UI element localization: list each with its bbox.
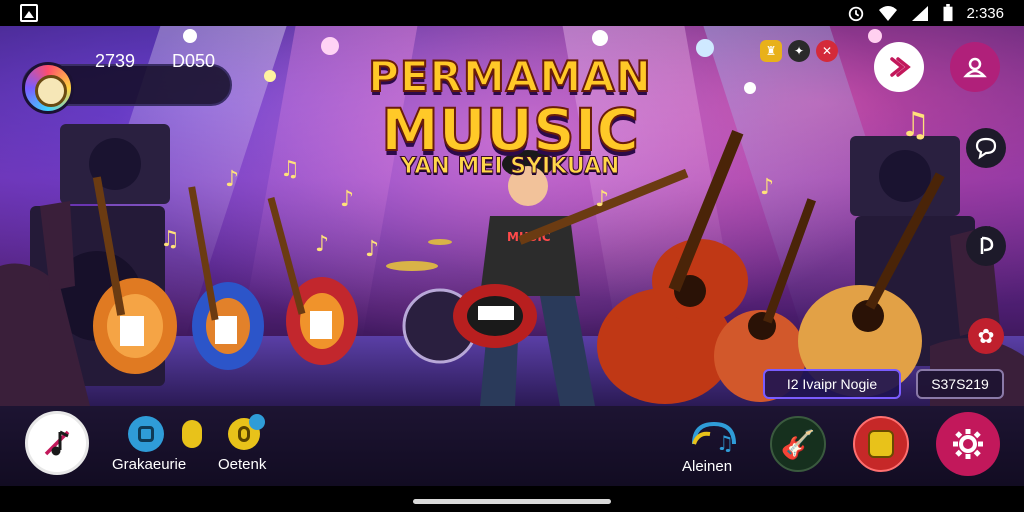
player-avatar[interactable] — [22, 62, 74, 114]
settings-gear-icon — [953, 429, 983, 459]
stage-scene: MUSIC ♪♫♪ ♫♪♪ ♪♫♪ — [0, 26, 1024, 406]
guitar-icon: 🎸 — [780, 427, 816, 461]
svg-text:♫: ♫ — [900, 105, 930, 145]
game-title-line1: PERMAMAN — [367, 51, 652, 102]
game-title-subtitle: YAN MEI SYIKUAN — [400, 154, 620, 180]
guitar-left-3 — [267, 197, 358, 365]
item1-label: Grakaeurie — [112, 456, 187, 473]
svg-text:♪: ♪ — [340, 187, 354, 212]
guitar-shop-button[interactable]: 🎸 — [770, 416, 826, 472]
profile-icon — [963, 57, 987, 78]
gem-count: D050 — [172, 51, 216, 71]
svg-text:♫: ♫ — [160, 227, 180, 252]
status-bar: 2:336 — [0, 0, 1024, 26]
svg-text:♪: ♪ — [595, 187, 609, 212]
item1-button[interactable] — [128, 416, 164, 452]
headphones-icon[interactable]: ♫ — [688, 418, 740, 454]
tools-icon[interactable]: ✕ — [816, 40, 838, 62]
chat-icon — [975, 137, 997, 160]
mini-settings-button[interactable]: ✿ — [968, 318, 1004, 354]
music-note-button[interactable] — [25, 411, 89, 475]
music-note-icon — [44, 430, 70, 456]
tip-button[interactable] — [966, 226, 1006, 266]
svg-text:♫: ♫ — [280, 157, 300, 182]
chat-button[interactable] — [966, 128, 1006, 168]
notification-dot — [249, 414, 265, 430]
svg-text:♪: ♪ — [365, 237, 379, 262]
clock-time: 2:336 — [966, 4, 1004, 22]
svg-text:♫: ♫ — [716, 431, 734, 454]
backpack-icon — [868, 430, 894, 458]
score-display: S37S219 — [916, 369, 1004, 399]
svg-text:♪: ♪ — [225, 167, 239, 192]
item2-label: Oetenk — [218, 456, 267, 473]
alarm-icon — [849, 6, 864, 22]
settings-gear-small-icon: ✿ — [977, 324, 995, 348]
wifi-icon — [879, 6, 898, 21]
coin-count: 2739 — [95, 51, 136, 71]
svg-text:♪: ♪ — [315, 232, 329, 257]
home-gesture-pill[interactable] — [413, 499, 611, 504]
signal-icon — [912, 6, 929, 21]
mask-icon[interactable]: ✦ — [788, 40, 810, 62]
item3-label: Aleinen — [682, 458, 733, 475]
profile-button[interactable] — [950, 42, 1000, 92]
guitar-left-2 — [188, 186, 264, 370]
song-label[interactable]: I2 Ivaipr Nogie — [763, 369, 901, 399]
svg-text:♪: ♪ — [760, 175, 774, 200]
badge-icon[interactable]: ♜ — [760, 40, 782, 62]
share-icon — [890, 57, 911, 77]
bottom-bar: Grakaeurie Oetenk ♫ Aleinen 🎸 — [0, 406, 1024, 486]
square-icon — [138, 426, 154, 442]
tip-icon — [980, 236, 994, 254]
coin-badge-icon — [238, 426, 250, 442]
share-button[interactable] — [874, 42, 924, 92]
settings-button[interactable] — [936, 412, 1000, 476]
coin-icon — [182, 420, 202, 448]
top-mini-icons: ♜ ✦ ✕ — [760, 40, 838, 62]
image-icon — [20, 4, 38, 22]
battery-icon — [943, 4, 953, 22]
backpack-button[interactable] — [853, 416, 909, 472]
